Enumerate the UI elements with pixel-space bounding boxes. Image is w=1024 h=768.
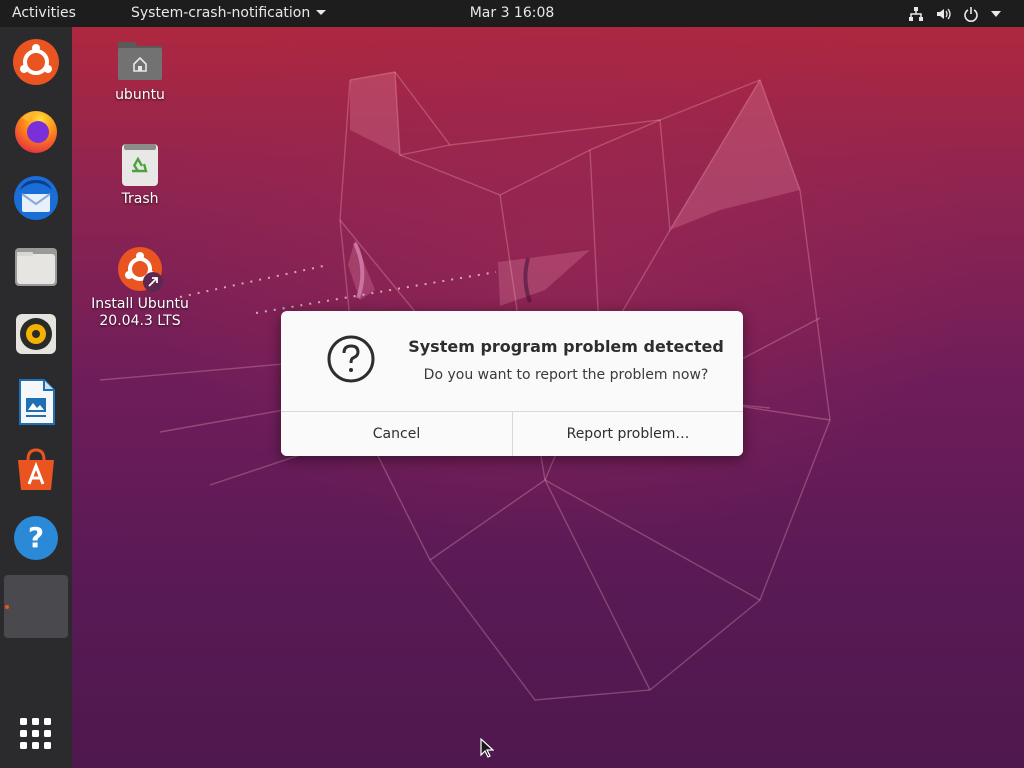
mouse-cursor-icon xyxy=(480,738,494,758)
firefox-icon xyxy=(15,111,57,153)
volume-icon xyxy=(937,8,951,20)
system-tray[interactable] xyxy=(904,0,1014,27)
dialog-message: Do you want to report the problem now? xyxy=(423,367,709,383)
home-folder-icon xyxy=(118,42,162,80)
dock-rhythmbox[interactable] xyxy=(8,306,64,362)
thunderbird-icon xyxy=(14,176,58,220)
files-icon xyxy=(15,248,57,286)
dock-firefox[interactable] xyxy=(8,102,64,158)
top-bar: Activities System-crash-notification Mar… xyxy=(0,0,1024,27)
dock-ubuntu-installer[interactable] xyxy=(8,34,64,90)
network-icon xyxy=(909,7,923,21)
desktop-icon-install-ubuntu[interactable]: Install Ubuntu 20.04.3 LTS xyxy=(90,245,190,330)
chevron-down-icon xyxy=(991,11,1001,17)
software-icon xyxy=(18,448,54,490)
desktop-icon-label: ubuntu xyxy=(115,87,165,103)
install-ubuntu-icon xyxy=(118,247,163,292)
trash-icon xyxy=(122,144,158,186)
dock-libreoffice-writer[interactable] xyxy=(8,374,64,430)
desktop-icon-label: Trash xyxy=(121,191,159,207)
dock-thunderbird[interactable] xyxy=(8,170,64,226)
dock-ubuntu-software[interactable] xyxy=(8,442,64,498)
desktop: Activities System-crash-notification Mar… xyxy=(0,0,1024,768)
dialog-button-row: Cancel Report problem… xyxy=(281,411,743,456)
dock-running-app[interactable] xyxy=(4,575,68,638)
question-icon xyxy=(327,335,375,383)
writer-icon xyxy=(19,379,55,425)
report-problem-button[interactable]: Report problem… xyxy=(513,412,743,456)
dock-help[interactable]: ? xyxy=(8,510,64,566)
help-icon: ? xyxy=(14,516,58,560)
problem-dialog: System program problem detected Do you w… xyxy=(281,311,743,456)
app-menu[interactable]: System-crash-notification xyxy=(131,0,327,27)
dock-files[interactable] xyxy=(8,238,64,294)
svg-text:?: ? xyxy=(28,521,44,554)
dock: ? xyxy=(0,27,72,768)
ubuntu-installer-icon xyxy=(13,39,59,85)
desktop-icon-label: Install Ubuntu 20.04.3 LTS xyxy=(91,296,189,329)
cancel-button[interactable]: Cancel xyxy=(281,412,513,456)
running-indicator xyxy=(5,605,9,609)
desktop-icon-home[interactable]: ubuntu xyxy=(90,36,190,104)
grid-icon[interactable] xyxy=(19,717,53,751)
activities-button[interactable]: Activities xyxy=(12,0,76,27)
chevron-down-icon xyxy=(316,9,327,15)
app-menu-label: System-crash-notification xyxy=(131,5,311,21)
clock[interactable]: Mar 3 16:08 xyxy=(470,5,555,21)
dialog-title: System program problem detected xyxy=(408,337,724,356)
power-icon xyxy=(964,7,978,22)
rhythmbox-icon xyxy=(16,314,56,354)
desktop-icon-trash[interactable]: Trash xyxy=(90,140,190,208)
